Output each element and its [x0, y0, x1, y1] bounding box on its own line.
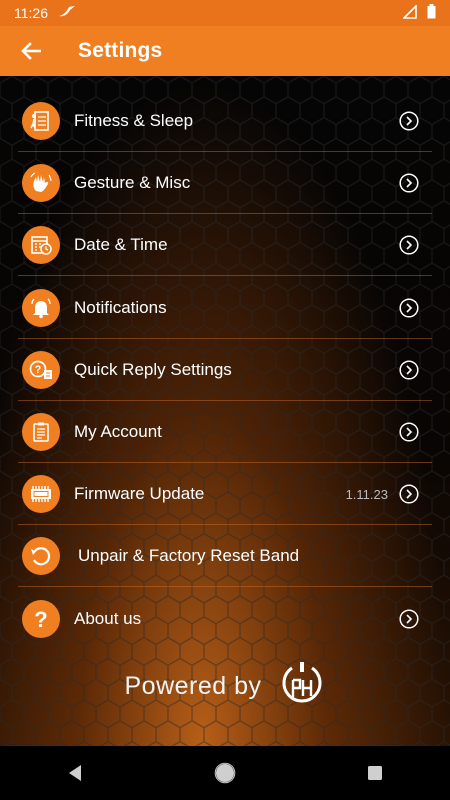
- settings-item-label: My Account: [74, 421, 162, 441]
- svg-text:?: ?: [35, 364, 42, 376]
- quick-reply-icon: ?: [22, 350, 60, 389]
- settings-item-label: About us: [74, 608, 142, 628]
- back-arrow-icon: [21, 42, 41, 60]
- settings-item-notifications[interactable]: Notifications: [18, 278, 432, 339]
- gesture-hand-icon: [22, 164, 60, 203]
- reset-icon: [22, 537, 60, 576]
- signal-icon: [402, 3, 417, 22]
- settings-item-label: Gesture & Misc: [74, 173, 191, 193]
- chevron-right-icon: [399, 298, 419, 318]
- bell-icon: [22, 288, 60, 327]
- back-button[interactable]: [0, 26, 62, 76]
- clipboard-icon: [22, 412, 60, 451]
- firmware-version: 1.11.23: [345, 486, 388, 502]
- fitness-icon: [22, 102, 60, 140]
- settings-item-gesture-misc[interactable]: Gesture & Misc: [18, 153, 432, 215]
- settings-item-quick-reply[interactable]: ? Quick Reply Settings: [18, 340, 432, 401]
- chevron-right-icon: [399, 235, 419, 255]
- brand-logo: [278, 658, 326, 715]
- settings-item-label: Date & Time: [74, 235, 168, 255]
- status-time: 11:26: [14, 5, 48, 21]
- svg-text:?: ?: [34, 607, 47, 631]
- nav-back-icon: [69, 765, 81, 781]
- powered-by-footer: Powered by: [0, 656, 450, 716]
- nav-recents-icon: [368, 766, 382, 780]
- chevron-right-icon: [399, 608, 419, 629]
- settings-item-my-account[interactable]: My Account: [18, 402, 432, 463]
- nav-home-button[interactable]: [205, 753, 245, 793]
- settings-item-label: Quick Reply Settings: [74, 359, 232, 379]
- nav-recents-button[interactable]: [355, 753, 395, 793]
- chevron-right-icon: [399, 360, 419, 380]
- settings-item-label: Fitness & Sleep: [74, 111, 194, 130]
- chevron-right-icon: [399, 173, 419, 193]
- chip-icon: [22, 475, 60, 514]
- settings-list: Fitness & Sleep Gesture & Misc Date & Ti…: [18, 91, 432, 650]
- nav-home-icon: [214, 762, 236, 784]
- system-nav-bar: [0, 746, 450, 800]
- battery-icon: [427, 4, 436, 22]
- settings-content: Fitness & Sleep Gesture & Misc Date & Ti…: [0, 76, 450, 746]
- chevron-right-icon: [399, 111, 419, 131]
- settings-item-about-us[interactable]: ? About us: [18, 589, 432, 649]
- settings-item-firmware-update[interactable]: Firmware Update 1.11.23: [18, 464, 432, 526]
- app-bar: Settings: [0, 26, 450, 76]
- settings-item-label: Notifications: [74, 297, 167, 317]
- chevron-right-icon: [399, 484, 419, 504]
- chevron-right-icon: [399, 422, 419, 442]
- page-title: Settings: [78, 39, 163, 62]
- settings-item-fitness-sleep[interactable]: Fitness & Sleep: [18, 91, 432, 152]
- settings-item-unpair-reset[interactable]: Unpair & Factory Reset Band: [18, 526, 432, 588]
- question-icon: ?: [22, 599, 60, 638]
- nav-back-button[interactable]: [55, 753, 95, 793]
- app-notification-icon: [58, 5, 76, 22]
- powered-by-text: Powered by: [124, 671, 262, 700]
- status-bar: 11:26: [0, 0, 450, 26]
- settings-item-label: Firmware Update: [74, 484, 205, 504]
- settings-item-label: Unpair & Factory Reset Band: [78, 546, 300, 566]
- calendar-clock-icon: [22, 226, 60, 265]
- settings-item-date-time[interactable]: Date & Time: [18, 215, 432, 277]
